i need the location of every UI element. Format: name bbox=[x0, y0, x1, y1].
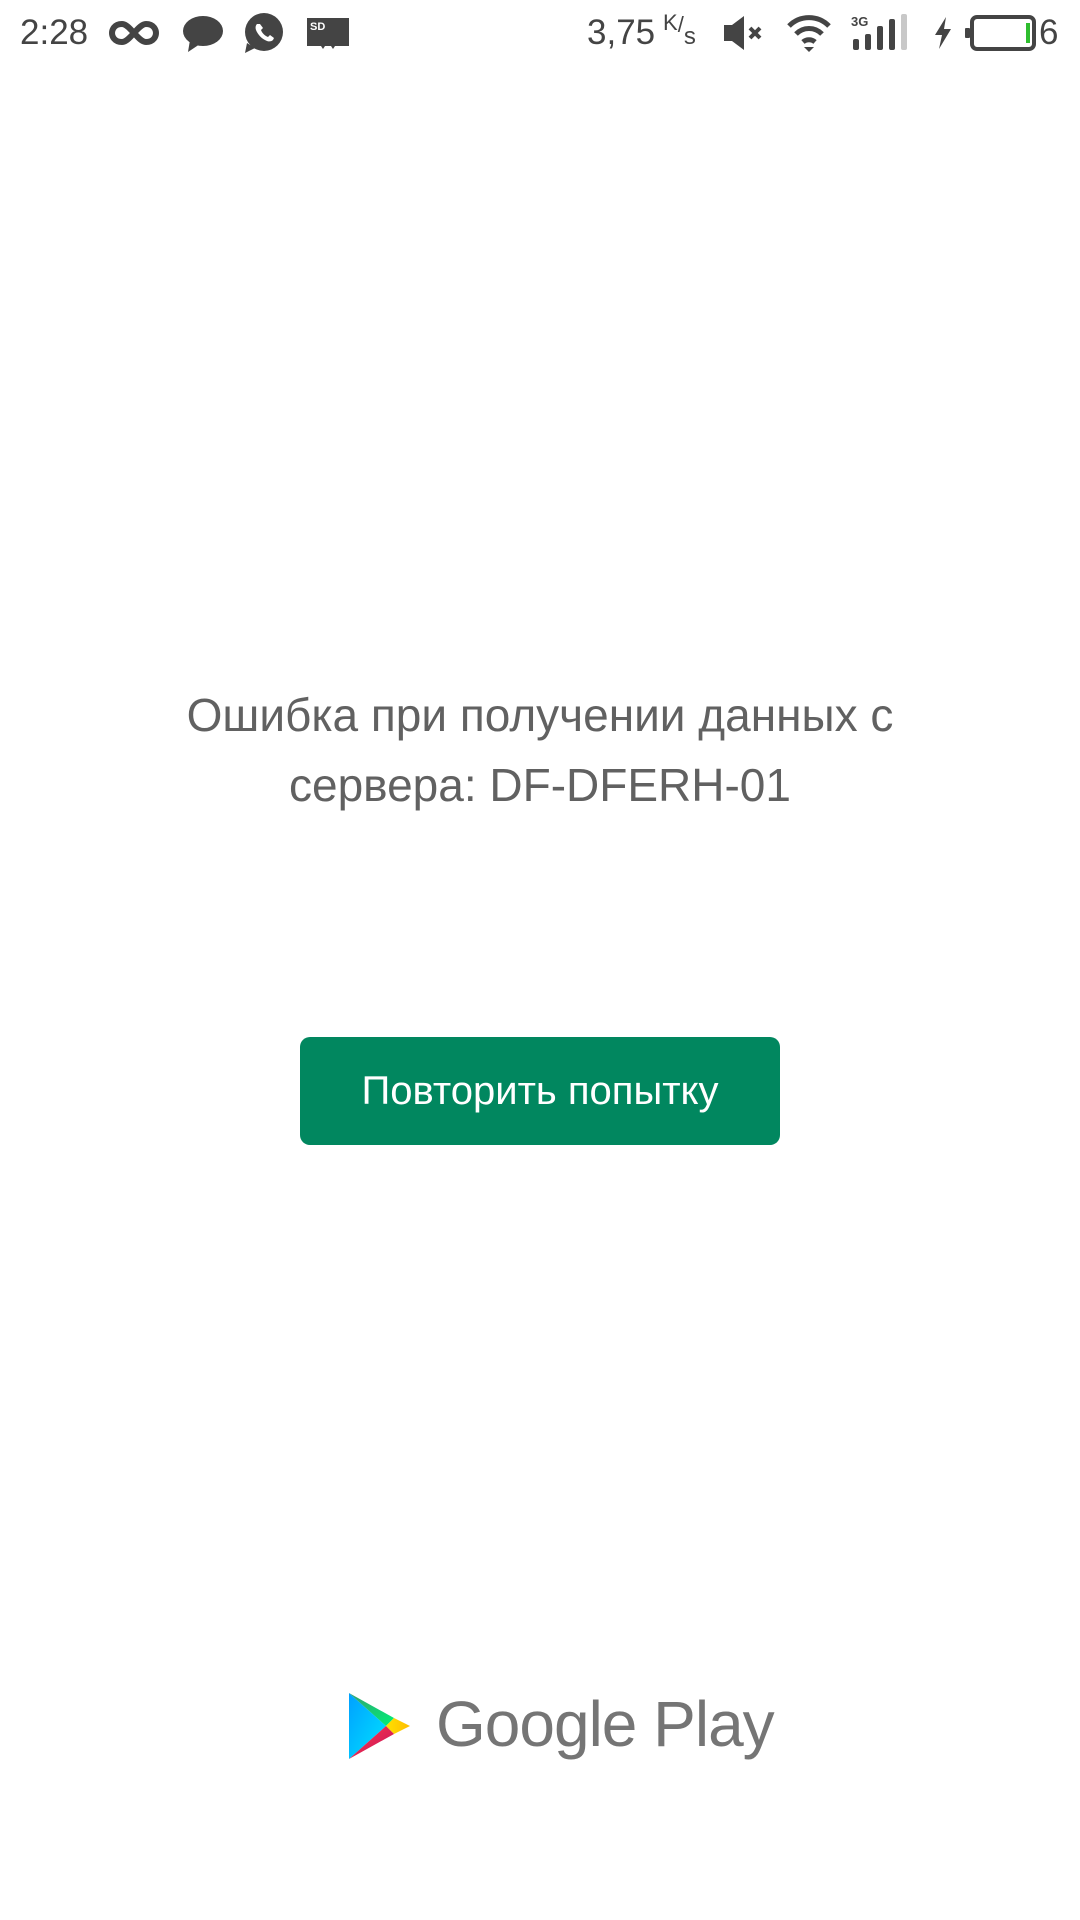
google-play-wordmark: Google Play bbox=[436, 1688, 775, 1760]
infinity-icon bbox=[108, 18, 160, 48]
sd-label: SD bbox=[310, 21, 325, 33]
retry-button-label: Повторить попытку bbox=[361, 1068, 719, 1113]
status-time: 2:28 bbox=[20, 13, 89, 52]
charging-icon bbox=[932, 16, 954, 50]
network-speed-unit: K/s bbox=[663, 10, 696, 50]
status-bar: 2:28 SD 3,75 K/s 3G 6 bbox=[0, 0, 1080, 66]
network-speed: 3,75 bbox=[587, 13, 656, 52]
mute-icon bbox=[722, 15, 764, 51]
network-type-label: 3G bbox=[851, 14, 868, 29]
whatsapp-icon bbox=[243, 13, 285, 55]
google-play-logo-icon bbox=[346, 1690, 412, 1767]
cell-signal-icon: 3G bbox=[851, 13, 911, 53]
error-message: Ошибка при получении данных с сервера: D… bbox=[186, 689, 894, 811]
battery-level: 6 bbox=[1039, 13, 1059, 52]
wifi-icon bbox=[786, 13, 832, 53]
battery-icon bbox=[964, 15, 1036, 51]
sd-card-icon: SD bbox=[305, 16, 351, 50]
chat-bubble-icon bbox=[182, 14, 224, 54]
retry-button[interactable]: Повторить попытку bbox=[300, 1037, 780, 1145]
